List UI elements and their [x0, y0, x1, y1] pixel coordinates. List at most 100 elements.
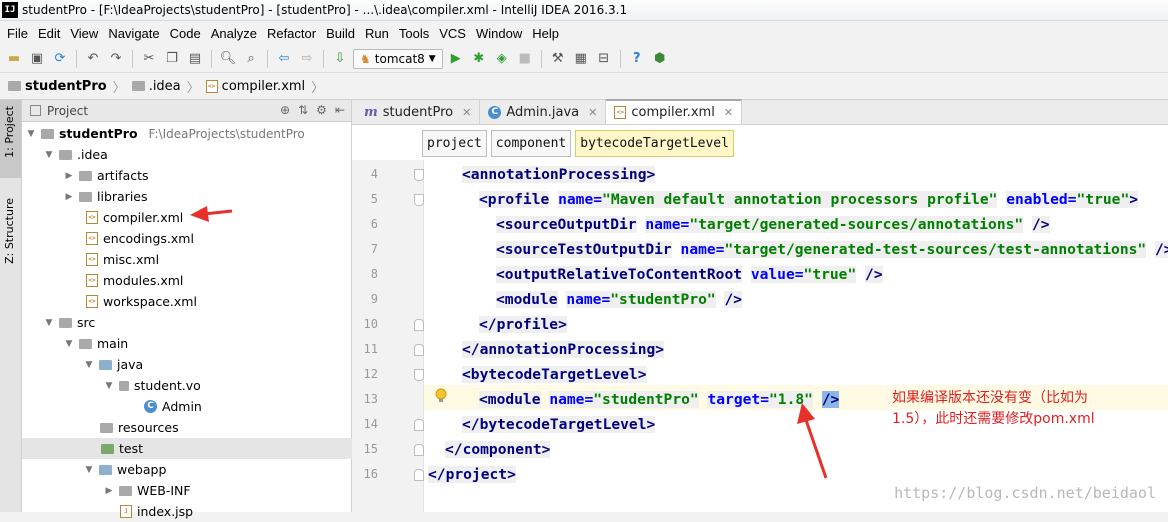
fold-marker-icon[interactable] [414, 194, 424, 206]
nav-crumb-file[interactable]: <> compiler.xml [205, 79, 305, 94]
close-icon[interactable]: ✕ [724, 106, 733, 119]
code-line[interactable]: </profile> [479, 312, 567, 337]
menu-file[interactable]: File [2, 26, 33, 41]
menu-build[interactable]: Build [321, 26, 360, 41]
xml-breadcrumb-project[interactable]: project [422, 130, 487, 157]
tree-item-libraries[interactable]: ▶ libraries [64, 186, 148, 207]
structure-tool-tab[interactable]: Z: Structure [3, 198, 16, 264]
menu-window[interactable]: Window [471, 26, 527, 41]
collapse-all-icon[interactable]: ⇅ [298, 103, 308, 117]
menu-navigate[interactable]: Navigate [103, 26, 164, 41]
menu-tools[interactable]: Tools [394, 26, 434, 41]
hide-panel-icon[interactable]: ⇤ [335, 103, 345, 117]
nav-crumb-folder[interactable]: .idea [131, 79, 181, 94]
build-icon[interactable]: ⇩ [330, 49, 350, 69]
code-line[interactable]: <profile name="Maven default annotation … [479, 187, 1139, 212]
run-icon[interactable]: ▶ [446, 49, 466, 69]
forward-icon[interactable]: ⇨ [297, 49, 317, 69]
run-configuration-select[interactable]: ♞ tomcat8 ▼ [353, 48, 443, 69]
debug-icon[interactable]: ✱ [469, 49, 489, 69]
project-structure-icon[interactable]: ▦ [571, 49, 591, 69]
tree-item-web-inf[interactable]: ▶ WEB-INF [104, 480, 191, 501]
tree-item-test[interactable]: test [22, 438, 352, 459]
code-line[interactable]: </project> [428, 462, 516, 487]
close-icon[interactable]: ✕ [588, 106, 597, 119]
code-line[interactable]: </annotationProcessing> [462, 337, 665, 362]
menu-vcs[interactable]: VCS [434, 26, 471, 41]
fold-marker-icon[interactable] [414, 369, 424, 381]
fold-marker-icon[interactable] [414, 344, 424, 356]
chevron-down-icon: ▼ [428, 53, 436, 64]
menu-refactor[interactable]: Refactor [262, 26, 321, 41]
tree-item-studentpro[interactable]: ▼ studentPro F:\IdeaProjects\studentPro [26, 123, 305, 144]
xml-breadcrumb-bytecode-target-level[interactable]: bytecodeTargetLevel [575, 130, 734, 157]
tree-item-encodings-xml[interactable]: <> encodings.xml [86, 228, 194, 249]
nav-crumb-project[interactable]: studentPro [8, 79, 107, 94]
line-number: 16 [363, 467, 378, 481]
code-line[interactable]: </component> [445, 437, 551, 462]
fold-marker-icon[interactable] [414, 169, 424, 181]
project-panel-title[interactable]: Project [47, 104, 88, 118]
tree-item-modules-xml[interactable]: <> modules.xml [86, 270, 183, 291]
code-line[interactable]: <bytecodeTargetLevel> [462, 362, 647, 387]
open-folder-icon[interactable]: ▬ [4, 49, 24, 69]
replace-icon[interactable]: ⌕ [241, 49, 261, 69]
tree-item-java[interactable]: ▼ java [84, 354, 144, 375]
menu-help[interactable]: Help [527, 26, 564, 41]
tree-item-resources[interactable]: resources [100, 417, 179, 438]
fold-marker-icon[interactable] [414, 469, 424, 481]
code-line[interactable]: <sourceOutputDir name="target/generated-… [496, 212, 1050, 237]
code-line[interactable]: <sourceTestOutputDir name="target/genera… [496, 237, 1168, 262]
plugin-icon[interactable]: ⬢ [650, 49, 670, 69]
tree-item-webapp[interactable]: ▼ webapp [84, 459, 167, 480]
tree-item-student-vo[interactable]: ▼ student.vo [104, 375, 201, 396]
stop-icon[interactable]: ■ [515, 49, 535, 69]
cut-icon[interactable]: ✂ [139, 49, 159, 69]
sync-icon[interactable]: ⟳ [50, 49, 70, 69]
menu-edit[interactable]: Edit [33, 26, 65, 41]
code-line[interactable]: <outputRelativeToContentRoot value="true… [496, 262, 883, 287]
menu-run[interactable]: Run [360, 26, 394, 41]
coverage-icon[interactable]: ◈ [492, 49, 512, 69]
project-panel-header: Project ⊕ ⇅ ⚙ ⇤ [22, 100, 351, 122]
fold-marker-icon[interactable] [414, 319, 424, 331]
menu-view[interactable]: View [65, 26, 103, 41]
tree-item-compiler-xml[interactable]: <> compiler.xml [86, 207, 183, 228]
code-line[interactable]: </bytecodeTargetLevel> [462, 412, 656, 437]
code-line[interactable]: <module name="studentPro" /> [496, 287, 743, 312]
fold-marker-icon[interactable] [414, 419, 424, 431]
tree-item-misc-xml[interactable]: <> misc.xml [86, 249, 159, 270]
redo-icon[interactable]: ↷ [106, 49, 126, 69]
tree-item-artifacts[interactable]: ▶ artifacts [64, 165, 149, 186]
code-line[interactable]: <module name="studentPro" target="1.8" /… [479, 387, 840, 412]
sdk-icon[interactable]: ⊟ [594, 49, 614, 69]
tree-item-admin[interactable]: C Admin [144, 396, 202, 417]
fold-marker-icon[interactable] [414, 444, 424, 456]
settings-icon[interactable]: ⚒ [548, 49, 568, 69]
tree-item-src[interactable]: ▼ src [44, 312, 96, 333]
close-icon[interactable]: ✕ [462, 106, 471, 119]
tree-item-idea[interactable]: ▼ .idea [44, 144, 108, 165]
locate-icon[interactable]: ⊕ [280, 103, 290, 117]
code-line[interactable]: <annotationProcessing> [462, 162, 656, 187]
tree-item-workspace-xml[interactable]: <> workspace.xml [86, 291, 197, 312]
project-tool-tab[interactable]: 1: Project [3, 106, 16, 158]
tab-admin-java[interactable]: C Admin.java ✕ [480, 100, 607, 124]
undo-icon[interactable]: ↶ [83, 49, 103, 69]
back-icon[interactable]: ⇦ [274, 49, 294, 69]
tab-studentpro[interactable]: m studentPro ✕ [356, 100, 481, 124]
find-icon[interactable]: 🔍︎ [218, 49, 238, 69]
menu-code[interactable]: Code [165, 26, 206, 41]
menu-analyze[interactable]: Analyze [206, 26, 262, 41]
toolbar-separator [540, 49, 542, 68]
tree-item-main[interactable]: ▼ main [64, 333, 129, 354]
help-icon[interactable]: ? [627, 49, 647, 69]
tab-compiler-xml[interactable]: <> compiler.xml ✕ [606, 99, 743, 124]
code-area[interactable]: <annotationProcessing> <profile name="Mav… [424, 160, 1168, 512]
paste-icon[interactable]: ▤ [185, 49, 205, 69]
toolbar-separator [619, 49, 621, 68]
save-icon[interactable]: ▣ [27, 49, 47, 69]
gear-icon[interactable]: ⚙ [316, 103, 327, 117]
copy-icon[interactable]: ❐ [162, 49, 182, 69]
xml-breadcrumb-component[interactable]: component [490, 130, 572, 157]
